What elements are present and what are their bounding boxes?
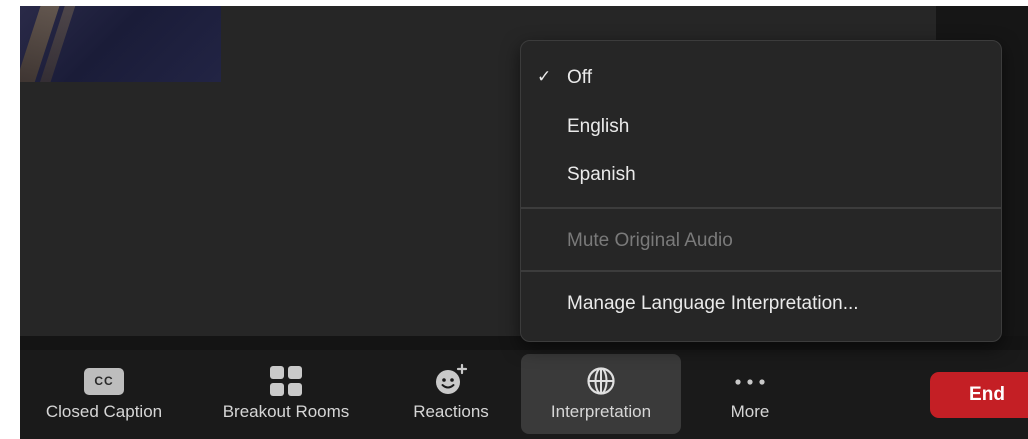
end-meeting-button[interactable]: End	[930, 372, 1028, 418]
participant-video-tile[interactable]	[20, 6, 221, 82]
breakout-rooms-label: Breakout Rooms	[222, 402, 350, 421]
more-label: More	[730, 402, 770, 421]
grid-icon	[270, 366, 302, 396]
menu-divider	[521, 270, 1001, 272]
reactions-label: Reactions	[413, 402, 489, 421]
breakout-rooms-button[interactable]: Breakout Rooms	[202, 354, 370, 434]
closed-caption-icon-wrap: CC	[84, 354, 124, 400]
end-meeting-label: End	[969, 384, 1005, 405]
interpretation-button[interactable]: Interpretation	[521, 354, 681, 434]
menu-divider	[521, 207, 1001, 209]
interpretation-icon-wrap	[586, 354, 616, 400]
interpretation-label: Interpretation	[550, 402, 652, 421]
closed-caption-label: Closed Caption	[45, 402, 163, 421]
reactions-icon-wrap	[433, 354, 469, 400]
language-option-off[interactable]: Off	[567, 67, 592, 89]
checkmark-icon: ✓	[537, 67, 552, 86]
closed-caption-button[interactable]: CC Closed Caption	[26, 354, 182, 434]
meeting-window: CC Closed Caption Breakout Rooms Reactio…	[0, 0, 1028, 439]
more-button[interactable]: More	[700, 354, 800, 434]
language-option-spanish[interactable]: Spanish	[567, 164, 636, 186]
reactions-button[interactable]: Reactions	[396, 354, 506, 434]
interpretation-menu: ✓ Off English Spanish Mute Original Audi…	[520, 40, 1002, 342]
mute-original-audio-option: Mute Original Audio	[567, 230, 733, 251]
ellipsis-icon	[735, 379, 765, 385]
closed-caption-icon: CC	[84, 367, 124, 395]
more-icon-wrap	[732, 354, 768, 400]
emoji-add-icon	[436, 363, 468, 394]
globe-icon	[587, 367, 615, 395]
breakout-rooms-icon-wrap	[269, 354, 303, 400]
manage-language-interpretation-option[interactable]: Manage Language Interpretation...	[567, 293, 859, 315]
language-option-english[interactable]: English	[567, 116, 629, 138]
